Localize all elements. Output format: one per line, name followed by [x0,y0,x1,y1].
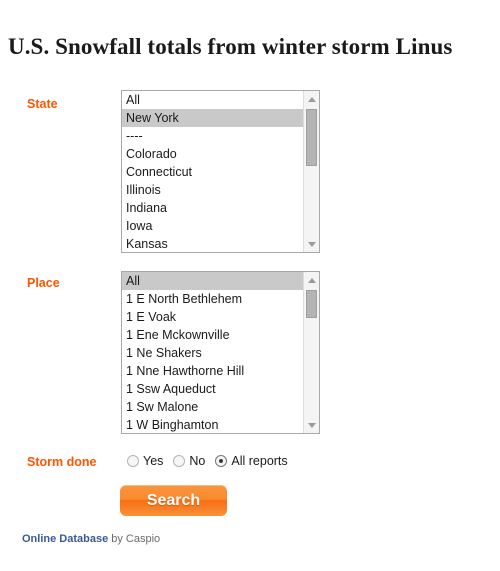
state-option[interactable]: Iowa [122,217,303,235]
scroll-up-arrow-icon[interactable] [304,272,319,288]
triangle-down-glyph [307,241,316,247]
radio-option-no[interactable]: No [173,454,205,468]
place-scrollbar-thumb[interactable] [306,290,317,318]
triangle-up-glyph [307,277,316,283]
triangle-down-glyph [307,422,316,428]
state-option-selected[interactable]: New York [122,109,303,127]
place-option[interactable]: 1 Sw Malone [122,398,303,416]
radio-no-indicator[interactable] [173,455,186,467]
place-option[interactable]: 1 Ene Mckownville [122,326,303,344]
radio-all-reports-indicator[interactable] [215,455,228,467]
state-option[interactable]: All [122,91,303,109]
state-option[interactable]: Kansas [122,235,303,252]
radio-all-reports-label: All reports [231,454,288,468]
radio-option-yes[interactable]: Yes [127,454,163,468]
radio-no-label: No [189,454,206,468]
radio-yes-indicator[interactable] [127,455,139,467]
state-option[interactable]: Illinois [122,181,303,199]
state-scrollbar-thumb[interactable] [306,109,317,166]
place-listbox[interactable]: All 1 E North Bethlehem 1 E Voak 1 Ene M… [121,271,320,434]
state-option[interactable]: ---- [122,127,303,145]
state-option[interactable]: Connecticut [122,163,303,181]
state-field-label: State [27,97,58,111]
storm-done-radio-group: Yes No All reports [127,454,298,468]
place-option[interactable]: 1 Ne Shakers [122,344,303,362]
place-options-list[interactable]: All 1 E North Bethlehem 1 E Voak 1 Ene M… [122,272,303,433]
search-button[interactable]: Search [120,485,227,516]
place-field-label: Place [27,276,60,290]
state-scrollbar[interactable] [303,91,319,252]
footer-by-caspio: by Caspio [108,533,161,545]
storm-done-label: Storm done [27,455,97,469]
place-scrollbar[interactable] [303,272,319,433]
footer: Online Database by Caspio [22,533,160,545]
triangle-up-glyph [307,96,316,102]
place-option[interactable]: 1 E North Bethlehem [122,290,303,308]
state-option[interactable]: Indiana [122,199,303,217]
place-option[interactable]: 1 Nne Hawthorne Hill [122,362,303,380]
place-option[interactable]: 1 Ssw Aqueduct [122,380,303,398]
radio-option-all-reports[interactable]: All reports [215,454,288,468]
online-database-link[interactable]: Online Database [22,533,108,545]
page-title: U.S. Snowfall totals from winter storm L… [8,34,453,60]
scroll-down-arrow-icon[interactable] [304,236,319,252]
place-option[interactable]: 1 E Voak [122,308,303,326]
state-option[interactable]: Colorado [122,145,303,163]
state-options-list[interactable]: All New York ---- Colorado Connecticut I… [122,91,303,252]
place-option-selected[interactable]: All [122,272,303,290]
radio-yes-label: Yes [143,454,164,468]
scroll-up-arrow-icon[interactable] [304,91,319,107]
place-option[interactable]: 1 W Binghamton [122,416,303,433]
scroll-down-arrow-icon[interactable] [304,417,319,433]
state-listbox[interactable]: All New York ---- Colorado Connecticut I… [121,90,320,253]
